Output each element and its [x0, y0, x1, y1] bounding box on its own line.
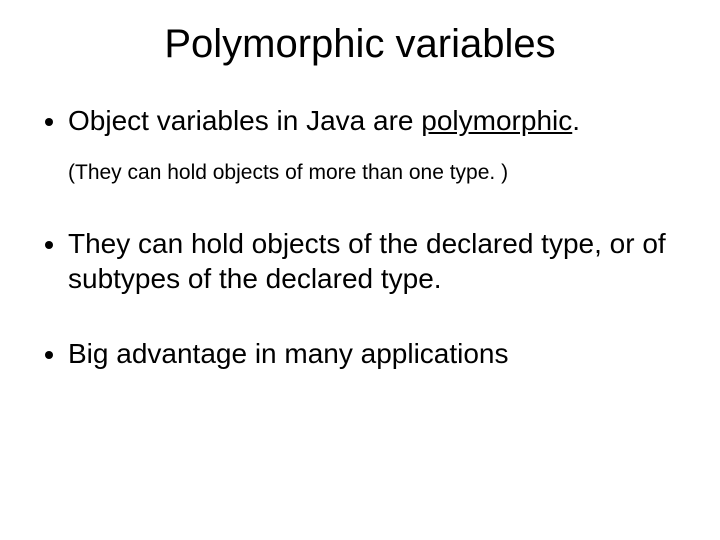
slide: Polymorphic variables Object variables i…	[0, 0, 720, 540]
bullet-1-underlined: polymorphic	[421, 105, 572, 136]
bullet-1-prefix: Object variables in Java are	[68, 105, 421, 136]
bullet-1-note: (They can hold objects of more than one …	[68, 160, 690, 186]
bullet-list: Object variables in Java are polymorphic…	[30, 103, 690, 371]
bullet-1-suffix: .	[572, 105, 580, 136]
bullet-2: They can hold objects of the declared ty…	[68, 226, 690, 296]
slide-title: Polymorphic variables	[30, 22, 690, 67]
bullet-1: Object variables in Java are polymorphic…	[68, 103, 690, 186]
bullet-3: Big advantage in many applications	[68, 336, 690, 371]
